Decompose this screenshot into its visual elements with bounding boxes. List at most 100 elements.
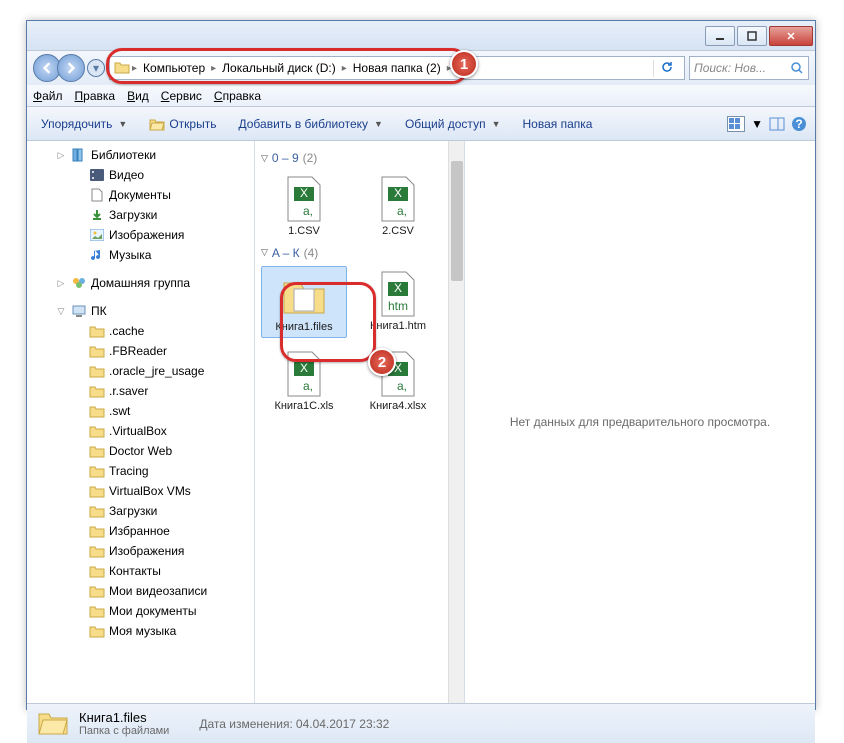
tree-libraries[interactable]: ▷Библиотеки <box>27 145 254 165</box>
folder-icon <box>89 563 105 579</box>
navigation-tree: ▷Библиотеки Видео Документы Загрузки Изо… <box>27 141 255 703</box>
minimize-button[interactable] <box>705 26 735 46</box>
help-button[interactable]: ? <box>791 116 807 132</box>
tree-homegroup[interactable]: ▷Домашняя группа <box>27 273 254 293</box>
breadcrumb-arrow[interactable]: ▸ <box>211 63 216 74</box>
breadcrumb-arrow[interactable]: ▸ <box>132 63 137 74</box>
tree-folder-item[interactable]: .cache <box>27 321 254 341</box>
tree-pictures[interactable]: Изображения <box>27 225 254 245</box>
tree-folder-item[interactable]: Загрузки <box>27 501 254 521</box>
svg-text:?: ? <box>795 117 802 131</box>
search-box[interactable]: Поиск: Нов... <box>689 56 809 80</box>
toolbar: Упорядочить▼ Открыть Добавить в библиоте… <box>27 107 815 141</box>
annotation-badge-2: 2 <box>368 348 396 376</box>
menu-edit[interactable]: Правка <box>75 89 116 103</box>
group-header[interactable]: ▽0 – 9 (2) <box>261 151 458 165</box>
file-item[interactable]: Книга1.files <box>261 266 347 339</box>
tree-music[interactable]: Музыка <box>27 245 254 265</box>
file-icon: Xa, <box>374 175 422 223</box>
svg-text:a,: a, <box>303 379 313 393</box>
preview-pane-button[interactable] <box>769 116 785 132</box>
include-library-button[interactable]: Добавить в библиотеку▼ <box>232 113 388 135</box>
folder-icon <box>89 583 105 599</box>
tree-folder-label: .FBReader <box>109 344 167 358</box>
tree-folder-item[interactable]: Мои документы <box>27 601 254 621</box>
tree-downloads-library[interactable]: Загрузки <box>27 205 254 225</box>
close-button[interactable] <box>769 26 813 46</box>
tree-folder-item[interactable]: Моя музыка <box>27 621 254 641</box>
refresh-button[interactable] <box>653 60 680 77</box>
tree-folder-label: .oracle_jre_usage <box>109 364 204 378</box>
recent-dropdown[interactable]: ▾ <box>87 59 105 77</box>
tree-folder-item[interactable]: .swt <box>27 401 254 421</box>
tree-folder-item[interactable]: Doctor Web <box>27 441 254 461</box>
organize-button[interactable]: Упорядочить▼ <box>35 113 133 135</box>
breadcrumb-segment[interactable]: Компьютер <box>139 59 209 77</box>
scrollbar[interactable] <box>448 141 464 703</box>
group-title: 0 – 9 <box>272 151 299 165</box>
breadcrumb-arrow[interactable]: ▸ <box>342 63 347 74</box>
tree-folder-label: .r.saver <box>109 384 148 398</box>
new-folder-button[interactable]: Новая папка <box>516 113 598 135</box>
file-item[interactable]: Xa, 2.CSV <box>355 171 441 242</box>
file-label: Книга1.htm <box>370 320 426 333</box>
menu-tools[interactable]: Сервис <box>161 89 202 103</box>
address-bar[interactable]: ▸ Компьютер ▸ Локальный диск (D:) ▸ Нова… <box>109 56 685 80</box>
preview-empty-text: Нет данных для предварительного просмотр… <box>510 415 770 429</box>
tree-folder-item[interactable]: VirtualBox VMs <box>27 481 254 501</box>
file-label: Книга1.files <box>275 321 332 334</box>
open-button[interactable]: Открыть <box>143 113 222 135</box>
tree-folder-item[interactable]: Tracing <box>27 461 254 481</box>
tree-folder-item[interactable]: Избранное <box>27 521 254 541</box>
svg-text:a,: a, <box>397 204 407 218</box>
breadcrumb-segment[interactable]: Локальный диск (D:) <box>218 59 340 77</box>
menu-view[interactable]: Вид <box>127 89 149 103</box>
file-item[interactable]: Xa,1.CSV <box>261 171 347 242</box>
content-area: ▽0 – 9 (2) Xa, 1.CSV Xa, 2.CSV ▽A – К (4) Книг… <box>255 141 815 703</box>
group-count: (2) <box>303 151 318 165</box>
nav-bar: ▾ ▸ Компьютер ▸ Локальный диск (D:) ▸ Но… <box>27 51 815 85</box>
menu-help[interactable]: Справка <box>214 89 261 103</box>
svg-text:a,: a, <box>303 204 313 218</box>
group-header[interactable]: ▽A – К (4) <box>261 246 458 260</box>
tree-folder-label: Мои документы <box>109 604 196 618</box>
file-label: 1.CSV <box>288 225 320 238</box>
tree-videos[interactable]: Видео <box>27 165 254 185</box>
share-button[interactable]: Общий доступ▼ <box>399 113 507 135</box>
tree-folder-label: .VirtualBox <box>109 424 167 438</box>
view-dropdown[interactable]: ▼ <box>751 117 763 131</box>
group-title: A – К <box>272 246 300 260</box>
preview-pane: Нет данных для предварительного просмотр… <box>465 141 815 703</box>
file-item[interactable]: Xa, Книга1C.xls <box>261 346 347 417</box>
tree-folder-label: .cache <box>109 324 144 338</box>
tree-computer[interactable]: ▽ПК <box>27 301 254 321</box>
forward-button[interactable] <box>57 54 85 82</box>
svg-text:X: X <box>394 186 402 200</box>
folder-icon <box>89 323 105 339</box>
status-date: Дата изменения: 04.04.2017 23:32 <box>199 717 389 731</box>
file-label: 2.CSV <box>382 225 414 238</box>
tree-folder-item[interactable]: Мои видеозаписи <box>27 581 254 601</box>
svg-text:htm: htm <box>388 299 408 313</box>
tree-folder-item[interactable]: .FBReader <box>27 341 254 361</box>
tree-folder-item[interactable]: Изображения <box>27 541 254 561</box>
maximize-button[interactable] <box>737 26 767 46</box>
file-icon: Xa, <box>280 350 328 398</box>
open-folder-icon <box>149 117 165 131</box>
tree-folder-item[interactable]: Контакты <box>27 561 254 581</box>
status-name: Книга1.files <box>79 710 169 725</box>
folder-icon <box>114 60 130 77</box>
folder-icon <box>89 403 105 419</box>
folder-icon <box>89 363 105 379</box>
tree-folder-item[interactable]: .r.saver <box>27 381 254 401</box>
tree-folder-item[interactable]: .oracle_jre_usage <box>27 361 254 381</box>
tree-documents[interactable]: Документы <box>27 185 254 205</box>
tree-folder-item[interactable]: .VirtualBox <box>27 421 254 441</box>
svg-text:a,: a, <box>397 379 407 393</box>
view-mode-button[interactable] <box>727 116 745 132</box>
file-label: Книга1C.xls <box>274 400 333 413</box>
menu-file[interactable]: Файл <box>33 89 63 103</box>
breadcrumb-segment[interactable]: Новая папка (2) <box>349 59 445 77</box>
file-item[interactable]: XhtmКнига1.htm <box>355 266 441 339</box>
folder-icon <box>89 383 105 399</box>
